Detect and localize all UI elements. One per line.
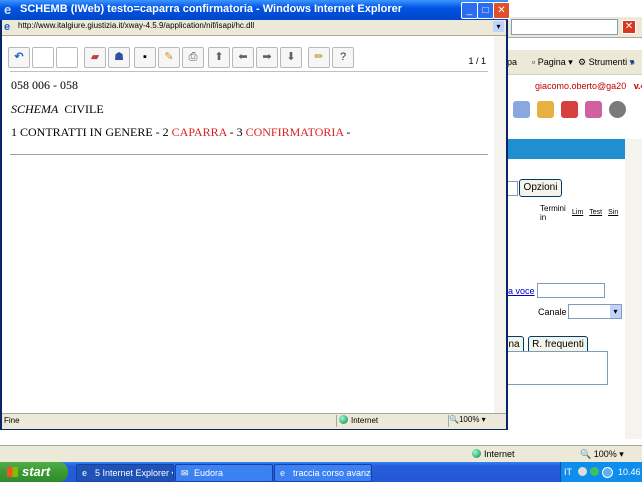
help-icon[interactable]: ? <box>332 47 354 68</box>
popup-browser-window[interactable]: e SCHEMB (IWeb) testo=caparra confirmato… <box>0 0 510 430</box>
undo-icon[interactable]: ↶ <box>8 47 30 68</box>
globe-icon <box>472 449 481 458</box>
document-code: 058 006 - 058 <box>11 78 78 92</box>
status-zone: Internet <box>336 415 447 427</box>
address-dropdown-icon[interactable]: ▾ <box>493 21 504 32</box>
left-arrow-icon[interactable]: ⬅ <box>232 47 254 68</box>
page-menu[interactable]: ▫ Pagina ▾ <box>532 57 573 68</box>
partial-menu[interactable]: pa <box>507 57 517 67</box>
page-icon: e <box>4 21 11 33</box>
clock: 10.46 <box>618 467 641 477</box>
classification-term-caparra: CAPARRA <box>171 125 227 139</box>
classification-part: - <box>343 125 351 139</box>
close-button[interactable]: ✕ <box>493 2 510 19</box>
taskbar-item-ie[interactable]: e5 Internet Explorer ▾ <box>76 464 174 482</box>
edit-icon[interactable] <box>537 101 554 118</box>
page-indicator: 1 / 1 <box>468 56 486 66</box>
up-arrow-icon[interactable]: ⬆ <box>208 47 230 68</box>
maximize-button[interactable]: □ <box>477 2 494 19</box>
document-schema: SCHEMA CIVILE <box>11 102 104 117</box>
notes-textarea[interactable] <box>506 351 608 385</box>
classification-part: - 3 <box>226 125 246 139</box>
canale-label: Canale <box>538 307 567 317</box>
help-icon[interactable] <box>609 101 626 118</box>
users-icon[interactable]: ☗ <box>108 47 130 68</box>
start-button[interactable]: start <box>0 462 68 482</box>
status-text: Fine <box>4 416 20 425</box>
right-arrow-icon[interactable]: ➡ <box>256 47 278 68</box>
ie-icon: e <box>82 468 88 478</box>
system-tray: IT 10.46 <box>560 462 642 482</box>
title-bar[interactable]: e SCHEMB (IWeb) testo=caparra confirmato… <box>0 0 510 20</box>
blank-button[interactable] <box>32 47 54 68</box>
language-indicator[interactable]: IT <box>564 467 572 477</box>
toolbar-overflow-icon[interactable]: » <box>630 57 635 67</box>
background-status-zone: Internet <box>470 449 515 459</box>
antivirus-tray-icon[interactable] <box>602 467 613 478</box>
status-bar: Fine Internet 🔍100% ▾ <box>2 413 506 429</box>
canale-select[interactable] <box>568 304 622 319</box>
link-option-lim[interactable]: Lim <box>572 209 583 216</box>
options-button[interactable]: Opzioni <box>519 179 562 197</box>
globe-icon <box>339 415 348 424</box>
pencil-icon[interactable]: ✏ <box>308 47 330 68</box>
eraser-icon[interactable] <box>585 101 602 118</box>
scissors-icon[interactable] <box>561 101 578 118</box>
minimize-button[interactable]: _ <box>461 2 478 19</box>
document-viewer: ↶ ▰ ☗ ▪ ✎ ⎙ ⬆ ⬅ ➡ ⬇ ✏ ? 1 / 1 058 006 - … <box>2 36 494 413</box>
ie-icon: e <box>4 2 12 17</box>
blank-button[interactable] <box>56 47 78 68</box>
background-close-icon[interactable]: ✕ <box>622 20 636 34</box>
voce-input[interactable] <box>537 283 605 298</box>
background-scrollbar[interactable] <box>625 139 642 439</box>
section-header-bar <box>505 139 625 159</box>
window-title: SCHEMB (IWeb) testo=caparra confirmatori… <box>20 3 403 15</box>
taskbar-item-eudora[interactable]: ✉ Eudora <box>175 464 273 482</box>
zoom-icon: 🔍 <box>449 415 459 424</box>
background-address-bar: ✕ <box>505 17 642 38</box>
taskbar-item-traccia[interactable]: etraccia corso avanzat... <box>274 464 372 482</box>
schema-value: CIVILE <box>64 102 104 116</box>
document-classification: 1 CONTRATTI IN GENERE - 2 CAPARRA - 3 CO… <box>11 125 350 140</box>
voce-link[interactable]: la voce <box>506 286 535 296</box>
book-icon[interactable]: ▰ <box>84 47 106 68</box>
document-divider <box>10 154 488 155</box>
url-text[interactable]: http://www.italgiure.giustizia.it/xway-4… <box>18 21 254 30</box>
classification-term-confirmatoria: CONFIRMATORIA <box>245 125 344 139</box>
network-tray-icon[interactable] <box>590 467 599 476</box>
link-options: Lim Test Sin <box>572 209 624 216</box>
zoom-control[interactable]: 🔍100% ▾ <box>448 415 505 427</box>
tools-menu[interactable]: ⚙ Strumenti ▾ <box>578 57 634 68</box>
down-arrow-icon[interactable]: ⬇ <box>280 47 302 68</box>
print-icon[interactable]: ⎙ <box>182 47 204 68</box>
network-icon[interactable] <box>513 101 530 118</box>
background-status-bar: Internet 🔍 100% ▾ <box>0 445 642 463</box>
tray-arrow-icon[interactable] <box>578 467 587 476</box>
taskbar: start e5 Internet Explorer ▾ ✉Eudora etr… <box>0 462 642 482</box>
vertical-scrollbar[interactable] <box>494 36 506 413</box>
background-address-input[interactable] <box>511 19 618 35</box>
termini-label: Termini in <box>540 204 566 222</box>
link-option-test[interactable]: Test <box>589 209 602 216</box>
address-bar[interactable]: e http://www.italgiure.giustizia.it/xway… <box>2 20 506 36</box>
version-label: v.4.5 <box>633 81 642 91</box>
windows-logo-icon <box>7 467 18 477</box>
ie-icon: e <box>280 468 286 478</box>
eudora-icon: ✉ <box>181 468 189 478</box>
classification-part: 1 CONTRATTI IN GENERE - 2 <box>11 125 172 139</box>
link-option-sin[interactable]: Sin <box>608 209 618 216</box>
user-label: giacomo.oberto@ga20 v.4.5 <box>535 81 642 91</box>
edit-icon[interactable]: ✎ <box>158 47 180 68</box>
background-toolbar <box>513 101 633 121</box>
toolbar-divider <box>10 71 488 72</box>
schema-label: SCHEMA <box>11 102 59 116</box>
background-status-zoom[interactable]: 🔍 100% ▾ <box>580 449 624 460</box>
save-icon[interactable]: ▪ <box>134 47 156 68</box>
background-command-bar: pa ▫ Pagina ▾ ⚙ Strumenti ▾ » <box>505 50 642 75</box>
